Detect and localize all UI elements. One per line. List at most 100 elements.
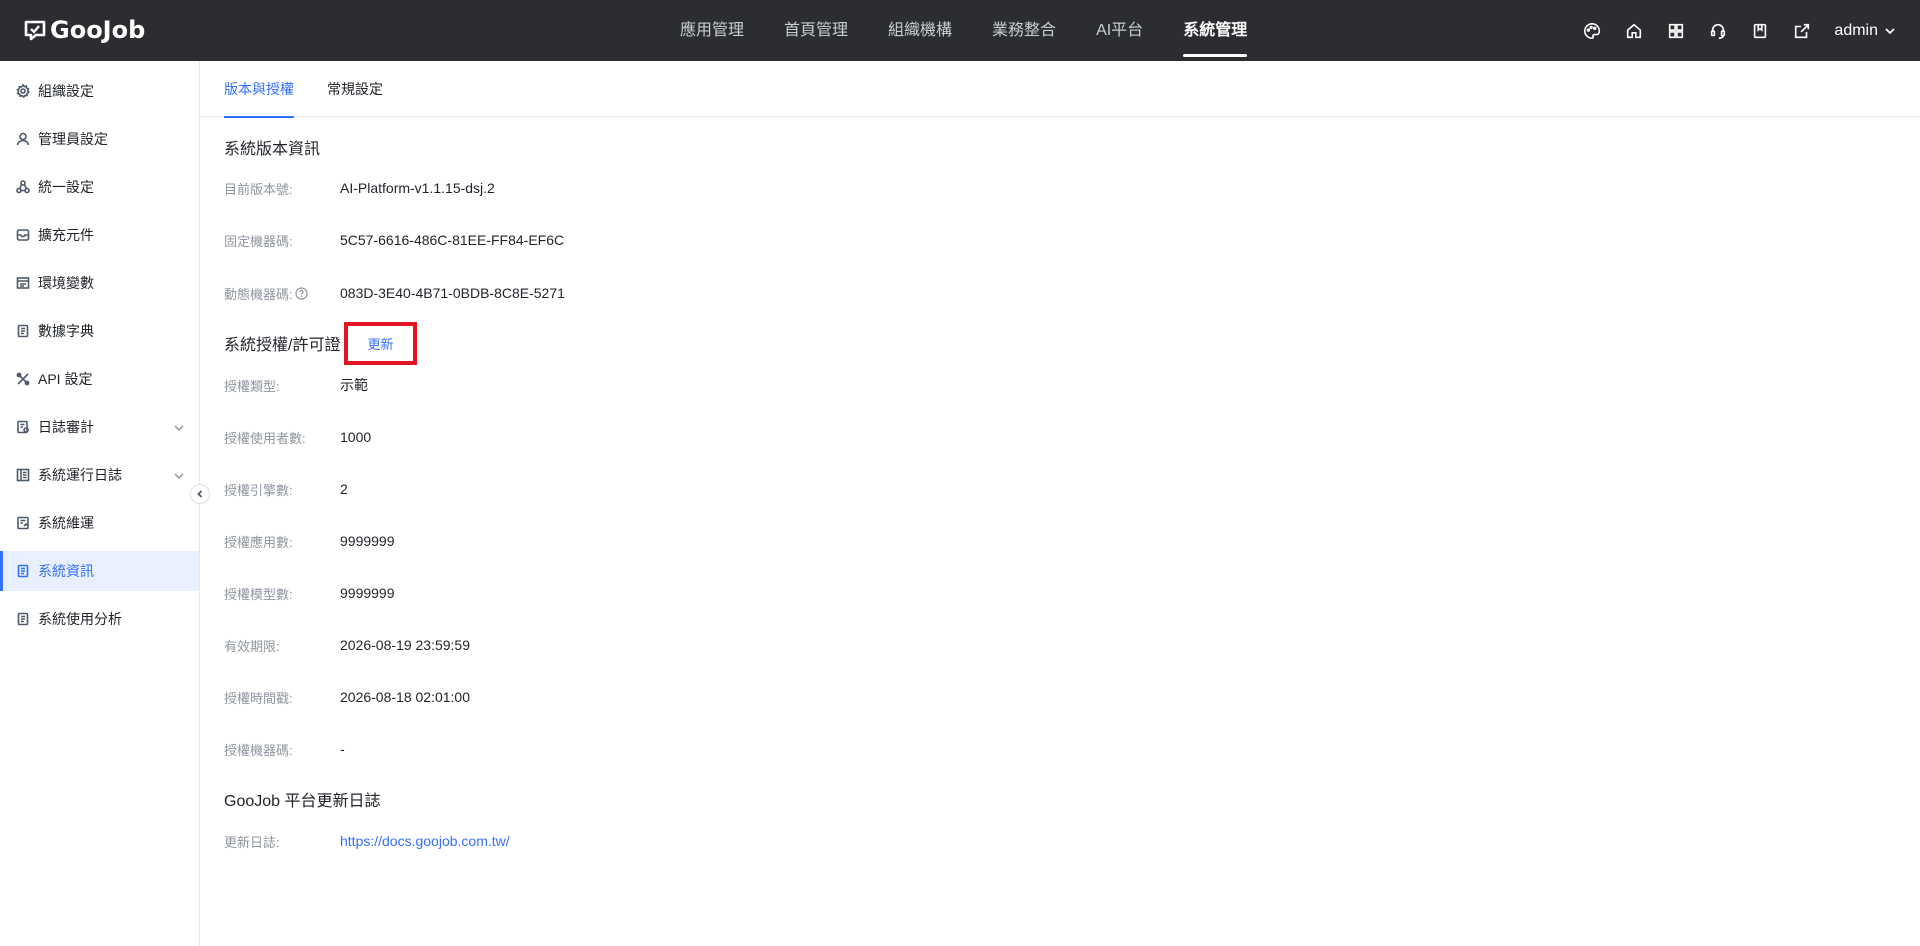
analysis-icon [16,612,30,626]
sidebar-item-audit-log[interactable]: 日誌審計 [0,407,199,447]
main-nav: 應用管理 首頁管理 組織機構 業務整合 AI平台 系統管理 [660,0,1267,61]
info-row: 授權時間戳: 2026-08-18 02:01:00 [224,687,470,707]
info-label: 授權應用數: [224,534,293,550]
sidebar-item-extensions[interactable]: 擴充元件 [0,215,199,255]
info-row: 更新日誌: https://docs.goojob.com.tw/ [224,831,510,851]
user-icon [16,132,30,146]
help-icon[interactable] [295,286,308,300]
sidebar-item-label: 環境變數 [38,275,94,291]
update-license-button[interactable]: 更新 [350,328,411,359]
license-section-title: 系統授權/許可證 [224,337,341,354]
info-value: AI-Platform-v1.1.15-dsj.2 [340,180,495,196]
sidebar-item-label: 擴充元件 [38,227,94,243]
sidebar-item-label: 數據字典 [38,323,94,339]
sidebar-item-label: 系統使用分析 [38,611,122,627]
log-icon [16,468,30,482]
nav-organization[interactable]: 組織機構 [868,0,972,61]
box-icon [16,228,30,242]
sidebar-item-label: 組織設定 [38,83,94,99]
sidebar-item-label: API 設定 [38,371,93,387]
info-label: 有效期限: [224,638,280,654]
sidebar-item-system-info[interactable]: 系統資訊 [0,551,199,591]
sidebar-item-admin-settings[interactable]: 管理員設定 [0,119,199,159]
sidebar-item-label: 系統運行日誌 [38,467,122,483]
info-row: 有效期限: 2026-08-19 23:59:59 [224,635,470,655]
info-label: 動態機器碼: [224,284,340,303]
logo-text: GooJob [50,16,146,44]
tab-general-settings[interactable]: 常規設定 [327,61,383,117]
document-icon [16,324,30,338]
info-value: 9999999 [340,533,395,549]
sidebar-item-unified-settings[interactable]: 統一設定 [0,167,199,207]
info-label: 固定機器碼: [224,233,293,249]
info-value: 5C57-6616-486C-81EE-FF84-EF6C [340,232,565,248]
info-row: 授權模型數: 9999999 [224,583,395,603]
info-value: 1000 [340,429,372,445]
maintenance-icon [16,516,30,530]
top-icons: admin [1560,0,1896,61]
nav-system-management[interactable]: 系統管理 [1163,0,1267,61]
nav-business-integration[interactable]: 業務整合 [972,0,1076,61]
user-name: admin [1834,21,1878,39]
info-label: 授權使用者數: [224,430,306,446]
info-value: 2026-08-19 23:59:59 [340,637,470,653]
sidebar-item-api-settings[interactable]: API 設定 [0,359,199,399]
sidebar-item-organization-settings[interactable]: 組織設定 [0,71,199,111]
sidebar-item-data-dictionary[interactable]: 數據字典 [0,311,199,351]
sidebar-item-label: 日誌審計 [38,419,94,435]
apps-grid-icon[interactable] [1666,21,1686,41]
tab-version-license[interactable]: 版本與授權 [224,61,294,118]
sidebar-item-system-run-log[interactable]: 系統運行日誌 [0,455,199,495]
info-value: 示範 [340,377,368,393]
info-label: 目前版本號: [224,181,293,197]
nav-app-management[interactable]: 應用管理 [660,0,764,61]
logo-icon [24,20,46,41]
info-doc-icon [16,564,30,578]
audit-icon [16,420,30,434]
info-row: 動態機器碼: 083D-3E40-4B71-0BDB-8C8E-5271 [224,283,565,303]
info-row: 授權機器碼: - [224,739,345,759]
info-row: 固定機器碼: 5C57-6616-486C-81EE-FF84-EF6C [224,230,564,250]
info-row: 授權應用數: 9999999 [224,531,395,551]
sidebar-item-env-variables[interactable]: 環境變數 [0,263,199,303]
info-label: 授權機器碼: [224,742,293,758]
home-icon[interactable] [1624,21,1644,41]
chevron-left-icon [197,490,203,498]
info-label: 更新日誌: [224,834,280,850]
user-menu[interactable]: admin [1834,22,1896,40]
info-label: 授權時間戳: [224,690,293,706]
gear-icon [16,84,30,98]
tab-bar: 版本與授權 常規設定 [201,61,1920,118]
tools-icon [16,372,30,386]
sidebar-item-label: 統一設定 [38,179,94,195]
info-value: 9999999 [340,585,395,601]
info-row: 授權使用者數: 1000 [224,427,371,447]
info-value: 2026-08-18 02:01:00 [340,689,470,705]
chevron-down-icon [1885,27,1895,34]
chevron-down-icon [173,469,185,481]
export-icon[interactable] [1792,21,1812,41]
chevron-down-icon [173,421,185,433]
info-value: 2 [340,481,348,497]
version-section-title: 系統版本資訊 [224,141,321,158]
palette-icon[interactable] [1582,21,1602,41]
sidebar-item-system-maintenance[interactable]: 系統維運 [0,503,199,543]
changelog-link[interactable]: https://docs.goojob.com.tw/ [340,833,510,849]
window-icon [16,276,30,290]
sidebar: 組織設定 管理員設定 統一設定 擴充元件 環境變數 數據字典 API 設定 日誌… [0,61,200,946]
nav-home-management[interactable]: 首頁管理 [764,0,868,61]
info-row: 授權類型: 示範 [224,375,368,395]
support-icon[interactable] [1708,21,1728,41]
sidebar-item-usage-analysis[interactable]: 系統使用分析 [0,599,199,639]
info-row: 目前版本號: AI-Platform-v1.1.15-dsj.2 [224,178,495,198]
nav-ai-platform[interactable]: AI平台 [1076,0,1163,61]
sidebar-item-label: 系統維運 [38,515,94,531]
logo[interactable]: GooJob [24,16,145,44]
info-value: 083D-3E40-4B71-0BDB-8C8E-5271 [340,285,565,301]
sidebar-collapse-button[interactable] [190,484,210,504]
top-bar: GooJob 應用管理 首頁管理 組織機構 業務整合 AI平台 系統管理 adm… [0,0,1920,61]
dynamic-machine-code-label: 動態機器碼: [224,286,293,302]
cycle-icon [16,180,30,194]
book-icon[interactable] [1750,21,1770,41]
sidebar-item-label: 系統資訊 [38,563,94,579]
